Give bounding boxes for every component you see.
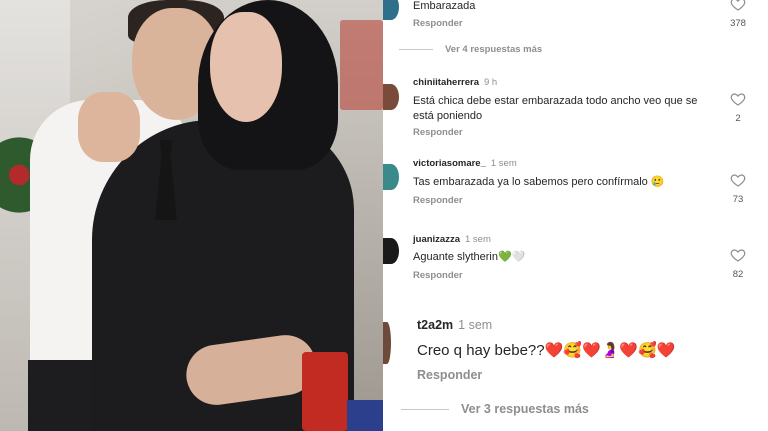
username-label[interactable]: t2a2m [417, 318, 453, 332]
avatar[interactable] [383, 164, 399, 190]
heart-outline-icon[interactable] [729, 91, 747, 107]
like-count: 2 [735, 113, 741, 124]
man-hand [78, 92, 140, 162]
comment-time: 1 sem [465, 234, 491, 245]
reply-button[interactable]: Responder [417, 368, 482, 382]
comment-text: Está chica debe estar embarazada todo an… [413, 95, 698, 122]
username-label[interactable]: victoriasomare_ [413, 158, 486, 169]
view-replies-button[interactable]: Ver 3 respuestas más [401, 402, 589, 416]
reply-button[interactable]: Responder [413, 127, 463, 138]
heart-outline-icon[interactable] [729, 0, 747, 12]
reply-button[interactable]: Responder [413, 270, 463, 281]
view-replies-button[interactable]: Ver 4 respuestas más [399, 44, 542, 55]
comment-text: Creo q hay bebe??❤️🥰❤️🤰❤️🥰❤️ [417, 342, 676, 359]
like-count: 73 [732, 194, 744, 205]
woman-face [210, 12, 282, 122]
comment-username[interactable]: victoriasomare_ 1 sem [413, 158, 517, 169]
view-replies-label: Ver 4 respuestas más [445, 44, 543, 55]
reply-button[interactable]: Responder [413, 195, 463, 206]
comment-time: 9 h [484, 77, 498, 88]
comment-username[interactable]: t2a2m 1 sem [417, 318, 492, 332]
username-label[interactable]: juanizazza [413, 234, 460, 245]
comment-time: 1 sem [458, 318, 493, 332]
post-photo [0, 0, 383, 431]
avatar[interactable] [383, 322, 391, 364]
comment-text: Tas embarazada ya lo sabemos pero confír… [413, 176, 665, 188]
like-count: 82 [732, 269, 744, 280]
gift-box-blue [347, 400, 383, 431]
comment-time: 1 sem [490, 158, 517, 169]
comments-panel: Embarazada Responder 378 Ver 4 respuesta… [383, 0, 768, 431]
comment-text: Embarazada [413, 0, 476, 12]
heart-outline-icon[interactable] [729, 172, 747, 188]
reply-button[interactable]: Responder [413, 18, 463, 29]
comment-username[interactable]: juanizazza 1 sem [413, 234, 491, 245]
comment-username[interactable]: chiniitaherrera 9 h [413, 77, 497, 88]
gift-box [302, 352, 348, 431]
divider [399, 48, 433, 50]
avatar[interactable] [383, 238, 399, 264]
avatar[interactable] [383, 84, 399, 110]
view-replies-label: Ver 3 respuestas más [461, 402, 589, 416]
heart-outline-icon[interactable] [729, 247, 747, 263]
background-shelf [340, 20, 383, 110]
divider [401, 409, 449, 411]
username-label[interactable]: chiniitaherrera [413, 77, 479, 88]
avatar[interactable] [383, 0, 399, 20]
comment-text: Aguante slytherin💚🤍 [413, 251, 526, 263]
like-count: 378 [730, 18, 746, 29]
